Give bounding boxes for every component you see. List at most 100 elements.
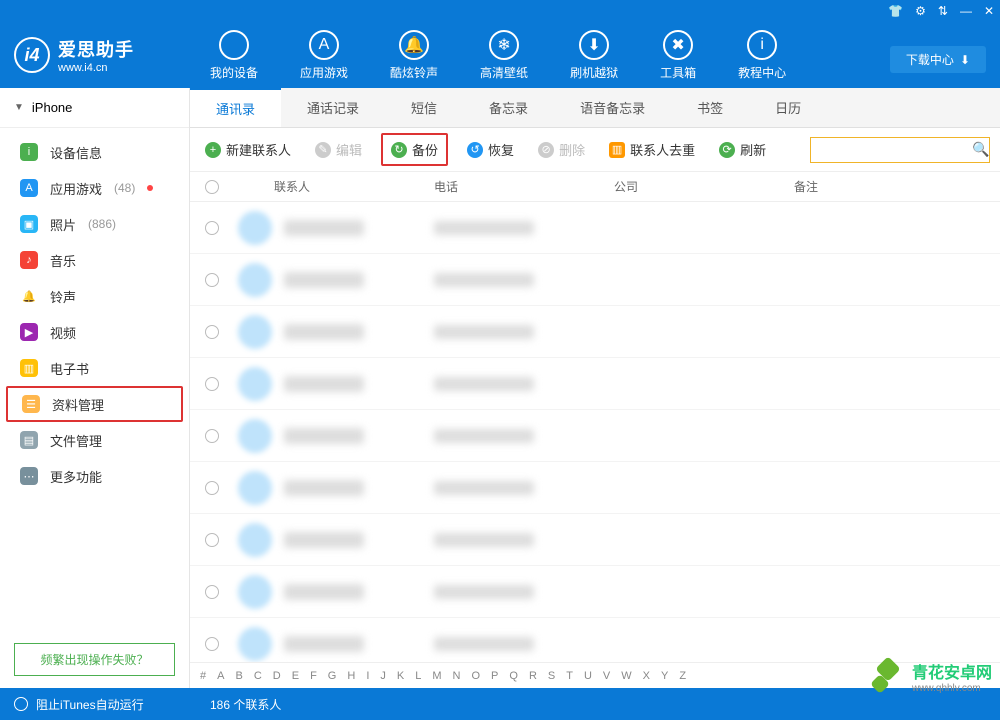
main-panel: 通讯录通话记录短信备忘录语音备忘录书签日历 +新建联系人 ✎编辑 ↻备份 ↺恢复…	[190, 88, 1000, 688]
settings-icon[interactable]: ⚙	[915, 4, 926, 18]
sidebar-item-apps[interactable]: A应用游戏(48)	[0, 170, 189, 206]
alpha-W[interactable]: W	[621, 670, 631, 682]
itunes-toggle[interactable]: 阻止iTunes自动运行	[36, 696, 144, 713]
table-row[interactable]	[190, 202, 1000, 254]
alpha-I[interactable]: I	[366, 670, 369, 682]
row-checkbox[interactable]	[205, 377, 219, 391]
alpha-C[interactable]: C	[254, 670, 262, 682]
alpha-Y[interactable]: Y	[661, 670, 668, 682]
device-selector[interactable]: ▼ iPhone	[0, 88, 189, 128]
download-center-button[interactable]: 下载中心⬇	[890, 46, 986, 73]
alpha-O[interactable]: O	[471, 670, 480, 682]
alpha-#[interactable]: #	[200, 670, 206, 682]
tab-5[interactable]: 书签	[671, 88, 749, 127]
refresh-icon: ⟳	[719, 142, 735, 158]
alpha-T[interactable]: T	[566, 670, 573, 682]
dedup-icon: ▥	[609, 142, 625, 158]
sidebar-item-music[interactable]: ♪音乐	[0, 242, 189, 278]
backup-button[interactable]: ↻备份	[381, 133, 448, 166]
row-checkbox[interactable]	[205, 221, 219, 235]
watermark-logo-icon	[870, 658, 906, 694]
row-checkbox[interactable]	[205, 273, 219, 287]
select-all-checkbox[interactable]	[205, 180, 219, 194]
help-link[interactable]: 频繁出现操作失败？	[14, 643, 175, 676]
nav-tutorials[interactable]: i教程中心	[738, 30, 786, 81]
search-box[interactable]: 🔍	[810, 137, 990, 163]
alpha-N[interactable]: N	[453, 670, 461, 682]
alpha-F[interactable]: F	[310, 670, 317, 682]
alpha-R[interactable]: R	[529, 670, 537, 682]
plus-icon: +	[205, 142, 221, 158]
nav-my-device[interactable]: 我的设备	[210, 30, 258, 81]
sidebar-item-more[interactable]: ⋯更多功能	[0, 458, 189, 494]
alpha-H[interactable]: H	[347, 670, 355, 682]
table-row[interactable]	[190, 514, 1000, 566]
edit-button[interactable]: ✎编辑	[310, 137, 367, 162]
row-checkbox[interactable]	[205, 325, 219, 339]
col-company[interactable]: 公司	[614, 178, 794, 195]
alpha-L[interactable]: L	[415, 670, 421, 682]
nav-jailbreak[interactable]: ⬇刷机越狱	[570, 30, 618, 81]
delete-button[interactable]: ⊘删除	[533, 137, 590, 162]
sidebar-item-files[interactable]: ▤文件管理	[0, 422, 189, 458]
tab-2[interactable]: 短信	[385, 88, 463, 127]
search-input[interactable]	[817, 143, 972, 157]
minimize-icon[interactable]: —	[960, 4, 972, 18]
transfer-icon[interactable]: ⇅	[938, 4, 948, 18]
row-checkbox[interactable]	[205, 429, 219, 443]
alpha-G[interactable]: G	[328, 670, 337, 682]
alpha-Q[interactable]: Q	[509, 670, 518, 682]
tabs: 通讯录通话记录短信备忘录语音备忘录书签日历	[190, 88, 1000, 128]
alpha-P[interactable]: P	[491, 670, 498, 682]
dedup-button[interactable]: ▥联系人去重	[604, 137, 700, 162]
sidebar-item-videos[interactable]: ▶视频	[0, 314, 189, 350]
tab-3[interactable]: 备忘录	[463, 88, 554, 127]
skin-icon[interactable]: 👕	[888, 4, 903, 18]
tab-4[interactable]: 语音备忘录	[554, 88, 671, 127]
nav-ringtones[interactable]: 🔔酷炫铃声	[390, 30, 438, 81]
sidebar-item-device-info[interactable]: i设备信息	[0, 134, 189, 170]
alpha-X[interactable]: X	[643, 670, 650, 682]
search-icon: 🔍	[972, 141, 989, 158]
alpha-D[interactable]: D	[273, 670, 281, 682]
alpha-A[interactable]: A	[217, 670, 224, 682]
col-note[interactable]: 备注	[794, 178, 1000, 195]
table-row[interactable]	[190, 566, 1000, 618]
nav-apps-games[interactable]: A应用游戏	[300, 30, 348, 81]
alpha-K[interactable]: K	[397, 670, 404, 682]
alpha-M[interactable]: M	[432, 670, 441, 682]
col-contact[interactable]: 联系人	[234, 178, 434, 195]
close-icon[interactable]: ✕	[984, 4, 994, 18]
row-checkbox[interactable]	[205, 585, 219, 599]
row-checkbox[interactable]	[205, 481, 219, 495]
alpha-S[interactable]: S	[548, 670, 555, 682]
sidebar-item-ebooks[interactable]: ▥电子书	[0, 350, 189, 386]
table-row[interactable]	[190, 618, 1000, 662]
alpha-U[interactable]: U	[584, 670, 592, 682]
table-row[interactable]	[190, 358, 1000, 410]
alpha-J[interactable]: J	[380, 670, 386, 682]
sidebar-item-photos[interactable]: ▣照片(886)	[0, 206, 189, 242]
refresh-button[interactable]: ⟳刷新	[714, 137, 771, 162]
alpha-B[interactable]: B	[235, 670, 242, 682]
col-phone[interactable]: 电话	[434, 178, 614, 195]
tab-1[interactable]: 通话记录	[281, 88, 385, 127]
table-row[interactable]	[190, 462, 1000, 514]
restore-button[interactable]: ↺恢复	[462, 137, 519, 162]
sidebar-item-ringtones[interactable]: 🔔铃声	[0, 278, 189, 314]
nav-wallpapers[interactable]: ❄高清壁纸	[480, 30, 528, 81]
alpha-Z[interactable]: Z	[679, 670, 686, 682]
alpha-E[interactable]: E	[292, 670, 299, 682]
row-checkbox[interactable]	[205, 637, 219, 651]
ringtones-icon: 🔔	[20, 287, 38, 305]
new-contact-button[interactable]: +新建联系人	[200, 137, 296, 162]
tab-6[interactable]: 日历	[749, 88, 827, 127]
sidebar-item-data-manage[interactable]: ☰资料管理	[6, 386, 183, 422]
nav-toolbox[interactable]: ✖工具箱	[660, 30, 696, 81]
alpha-V[interactable]: V	[603, 670, 610, 682]
tab-0[interactable]: 通讯录	[190, 88, 281, 127]
table-row[interactable]	[190, 254, 1000, 306]
row-checkbox[interactable]	[205, 533, 219, 547]
table-row[interactable]	[190, 306, 1000, 358]
table-row[interactable]	[190, 410, 1000, 462]
